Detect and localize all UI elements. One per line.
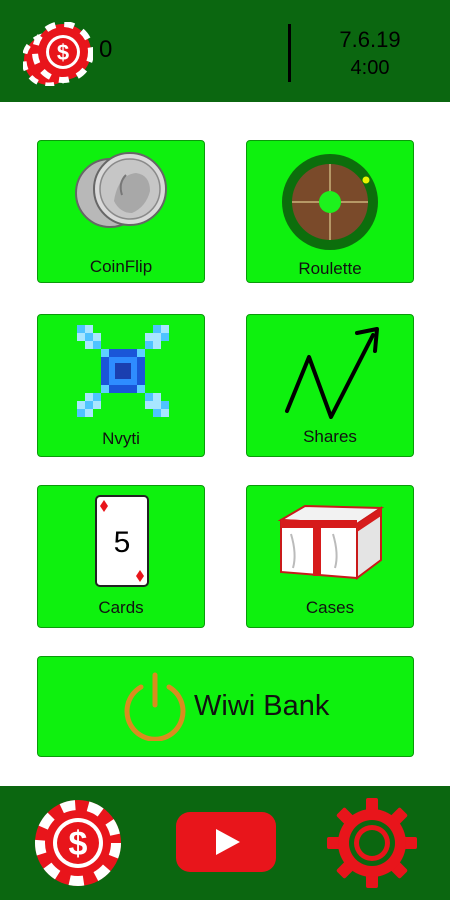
zigzag-arrow-icon xyxy=(285,327,379,419)
pixel-cross-icon xyxy=(77,325,169,417)
svg-text:$: $ xyxy=(69,825,88,863)
power-icon xyxy=(124,672,186,741)
bottom-bar: $ xyxy=(0,786,450,900)
game-tile-cases[interactable]: Cases xyxy=(246,485,414,628)
tile-label: CoinFlip xyxy=(89,257,153,276)
tile-label: Shares xyxy=(303,427,357,446)
gear-icon[interactable] xyxy=(327,798,417,888)
game-tile-nvyti[interactable]: Nvyti xyxy=(37,314,205,457)
date-label: 7.6.19 xyxy=(339,27,401,52)
casino-chip-icon[interactable]: $ xyxy=(33,798,123,888)
roulette-wheel-icon xyxy=(282,154,378,250)
game-tile-shares[interactable]: Shares xyxy=(246,314,414,457)
crate-icon xyxy=(277,504,385,580)
header-divider xyxy=(288,24,291,82)
playing-card-icon: 5 xyxy=(95,495,149,587)
svg-text:$: $ xyxy=(57,40,69,65)
youtube-play-icon[interactable] xyxy=(176,812,276,872)
game-tile-roulette[interactable]: Roulette xyxy=(246,140,414,283)
card-value: 5 xyxy=(114,526,131,559)
tile-label: Cards xyxy=(98,598,144,617)
wiwi-bank-button[interactable]: Wiwi Bank xyxy=(37,656,414,757)
casino-chip-icon[interactable]: $ xyxy=(23,22,93,86)
game-tile-cards[interactable]: 5 Cards xyxy=(37,485,205,628)
bank-label: Wiwi Bank xyxy=(194,690,330,722)
tile-label: Cases xyxy=(305,598,355,617)
game-tile-coinflip[interactable]: CoinFlip xyxy=(37,140,205,283)
tile-label: Roulette xyxy=(298,259,362,278)
tile-label: Nvyti xyxy=(102,429,140,448)
coins-icon xyxy=(75,152,167,228)
time-label: 4:00 xyxy=(350,57,390,79)
top-bar: $ 0 7.6.19 4:00 xyxy=(0,0,450,102)
balance-amount: 0 xyxy=(99,36,113,63)
